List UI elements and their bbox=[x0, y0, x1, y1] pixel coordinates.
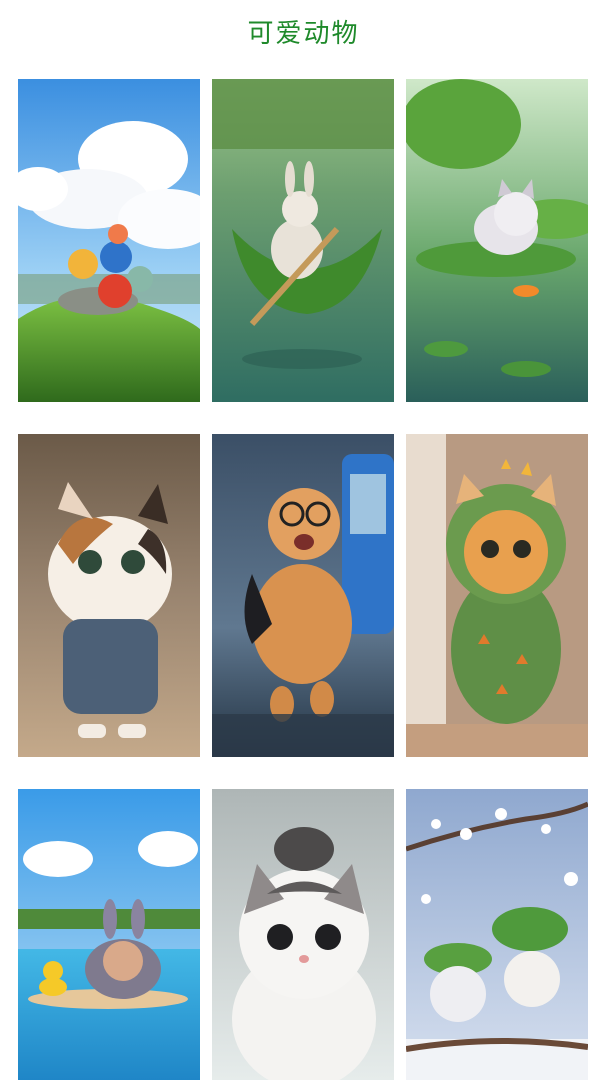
gallery-tile[interactable] bbox=[212, 79, 394, 402]
birds-on-hill-image bbox=[18, 79, 200, 402]
grey-white-fluffy-cat-image bbox=[212, 789, 394, 1080]
calico-kitten-overalls-image bbox=[18, 434, 200, 757]
gallery-tile[interactable] bbox=[18, 79, 200, 402]
gallery-tile[interactable] bbox=[406, 434, 588, 757]
kitten-lotus-pond-image bbox=[406, 79, 588, 402]
page-title: 可爱动物 bbox=[247, 19, 360, 49]
gallery-tile[interactable] bbox=[212, 434, 394, 757]
running-cat-glasses-image bbox=[212, 434, 394, 757]
gallery-tile[interactable] bbox=[18, 789, 200, 1080]
image-grid bbox=[18, 79, 588, 1080]
gallery-tile[interactable] bbox=[212, 789, 394, 1080]
bunny-hood-pool-image bbox=[18, 789, 200, 1080]
gallery-tile[interactable] bbox=[406, 789, 588, 1080]
rabbit-leaf-boat-image bbox=[212, 79, 394, 402]
kittens-lotus-leaf-snow-image bbox=[406, 789, 588, 1080]
cat-dinosaur-costume-image bbox=[406, 434, 588, 757]
gallery-tile[interactable] bbox=[406, 79, 588, 402]
wallpaper-page: 可爱动物 bbox=[0, 0, 607, 1080]
gallery-tile[interactable] bbox=[18, 434, 200, 757]
